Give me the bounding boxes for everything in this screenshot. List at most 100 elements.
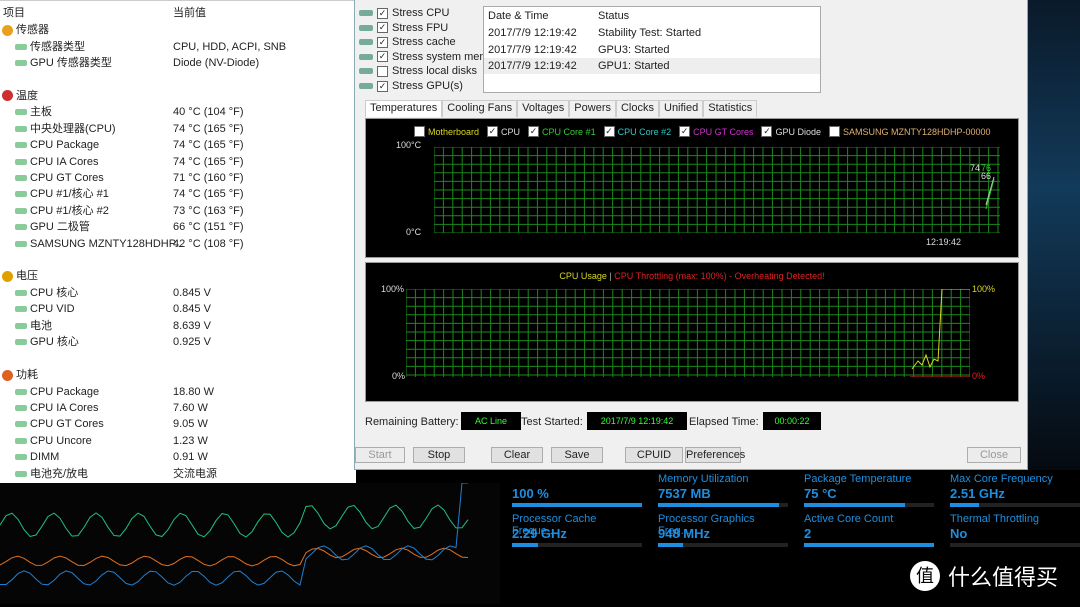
tab-cooling-fans[interactable]: Cooling Fans	[442, 100, 518, 117]
list-item[interactable]: GPU 核心 0.925 V	[0, 334, 356, 350]
list-item[interactable]: 中央处理器(CPU) 74 °C (165 °F)	[0, 121, 356, 137]
temperature-legend: Motherboard ✓ CPU ✓ CPU Core #1 ✓ CPU Core #2 ✓…	[414, 126, 991, 137]
list-item[interactable]: CPU #1/核心 #1 74 °C (165 °F)	[0, 186, 356, 202]
save-button[interactable]: Save	[551, 447, 603, 463]
sensor-name: 电池充/放电	[30, 467, 89, 480]
tab-temperatures[interactable]: Temperatures	[365, 100, 443, 117]
header-value[interactable]: 当前值	[173, 5, 206, 21]
list-item[interactable]: 传感器类型 CPU, HDD, ACPI, SNB	[0, 39, 356, 55]
clear-button[interactable]: Clear	[491, 447, 543, 463]
legend-checkbox[interactable]: ✓	[761, 126, 773, 137]
elapsed-value: 00:00:22	[763, 412, 821, 430]
legend-label: CPU Core #2	[617, 126, 672, 137]
event-log[interactable]: Date & Time Status 2017/7/9 12:19:42 Stabil…	[483, 6, 821, 93]
tab-powers[interactable]: Powers	[569, 100, 616, 117]
stress-option[interactable]: ✓ Stress GPU(s)	[359, 79, 463, 93]
stress-option[interactable]: ✓ Stress FPU	[359, 21, 448, 35]
close-button[interactable]: Close	[967, 447, 1021, 463]
log-status: Stability Test: Started	[598, 27, 702, 39]
device-icon	[359, 24, 373, 31]
header-item[interactable]: 项目	[3, 5, 25, 21]
sensor-value: 42 °C (108 °F)	[173, 237, 244, 250]
log-row[interactable]: 2017/7/9 12:19:42 GPU3: Started	[484, 42, 820, 58]
list-item[interactable]: CPU #1/核心 #2 73 °C (163 °F)	[0, 203, 356, 219]
checkbox[interactable]: ✓	[377, 36, 388, 48]
sensor-value: CPU, HDD, ACPI, SNB	[173, 40, 287, 53]
temp-time: 12:19:42	[926, 237, 962, 247]
group-title: 温度	[16, 89, 38, 102]
list-item[interactable]: 主板 40 °C (104 °F)	[0, 104, 356, 120]
sensor-icon	[15, 174, 27, 181]
tab-statistics[interactable]: Statistics	[703, 100, 758, 117]
tab-voltages[interactable]: Voltages	[517, 100, 570, 117]
legend-item[interactable]: ✓ CPU	[487, 126, 520, 137]
metric-value: 2.51 GHz	[950, 486, 1005, 501]
checkbox[interactable]: ✓	[377, 51, 388, 63]
sensor-name: CPU Package	[30, 385, 100, 398]
list-item[interactable]: CPU IA Cores 74 °C (165 °F)	[0, 154, 356, 170]
log-date: 2017/7/9 12:19:42	[488, 27, 577, 39]
cpuid-button[interactable]: CPUID	[625, 447, 683, 463]
stop-button[interactable]: Stop	[413, 447, 465, 463]
checkbox[interactable]	[377, 65, 388, 77]
list-item[interactable]: CPU 核心 0.845 V	[0, 285, 356, 301]
sensor-value: 7.60 W	[173, 401, 208, 414]
sensor-icon	[15, 404, 27, 411]
metric-tile: 100 %	[512, 473, 642, 507]
checkbox[interactable]: ✓	[377, 7, 388, 19]
metric-bar	[658, 543, 788, 547]
metric-bar-fill	[804, 503, 906, 507]
tab-clocks[interactable]: Clocks	[615, 100, 659, 117]
start-button[interactable]: Start	[355, 447, 405, 463]
list-item[interactable]: CPU GT Cores 9.05 W	[0, 416, 356, 432]
stress-option[interactable]: Stress local disks	[359, 64, 477, 78]
stress-option[interactable]: ✓ Stress CPU	[359, 6, 449, 20]
list-item[interactable]: CPU Package 18.80 W	[0, 384, 356, 400]
sensor-icon	[15, 421, 27, 428]
metric-title	[512, 473, 642, 486]
legend-checkbox[interactable]	[414, 126, 425, 137]
list-item[interactable]: CPU GT Cores 71 °C (160 °F)	[0, 170, 356, 186]
log-date: 2017/7/9 12:19:42	[488, 43, 577, 56]
col-status[interactable]: Status	[598, 8, 629, 24]
metric-tile: Processor Graphics Freq... 948 MHz	[658, 513, 788, 547]
temperature-graph: Motherboard ✓ CPU ✓ CPU Core #1 ✓ CPU Core #2 ✓…	[365, 118, 1019, 258]
legend-checkbox[interactable]	[829, 126, 840, 137]
list-item[interactable]: GPU 二极管 66 °C (151 °F)	[0, 219, 356, 235]
col-date[interactable]: Date & Time	[488, 8, 549, 24]
list-item[interactable]: GPU 传感器类型 Diode (NV-Diode)	[0, 55, 356, 71]
legend-item[interactable]: ✓ CPU GT Cores	[679, 126, 753, 137]
stress-option[interactable]: ✓ Stress cache	[359, 35, 456, 49]
legend-checkbox[interactable]: ✓	[487, 126, 499, 137]
preferences-button[interactable]: Preferences	[685, 447, 745, 463]
sensor-name: 主板	[30, 106, 52, 119]
logo-icon: 值	[910, 561, 940, 591]
list-item[interactable]: CPU Uncore 1.23 W	[0, 433, 356, 449]
tab-unified[interactable]: Unified	[659, 100, 704, 117]
legend-checkbox[interactable]: ✓	[603, 126, 615, 137]
stress-option[interactable]: ✓ Stress system memo	[359, 50, 495, 64]
legend-checkbox[interactable]: ✓	[679, 126, 691, 137]
legend-item[interactable]: ✓ CPU Core #2	[603, 126, 672, 137]
metric-value: 75 °C	[804, 486, 837, 501]
legend-item[interactable]: ✓ CPU Core #1	[528, 126, 596, 137]
list-item[interactable]: CPU VID 0.845 V	[0, 301, 356, 317]
list-item[interactable]: 电池充/放电 交流电源	[0, 466, 356, 482]
legend-item[interactable]: ✓ GPU Diode	[761, 126, 821, 137]
checkbox[interactable]: ✓	[377, 22, 388, 34]
log-row[interactable]: 2017/7/9 12:19:42 GPU1: Started	[484, 58, 820, 74]
legend-item[interactable]: Motherboard	[414, 126, 479, 137]
sensor-name: CPU IA Cores	[30, 401, 99, 414]
legend-item[interactable]: SAMSUNG MZNTY128HDHP-00000	[829, 126, 991, 137]
sensor-name: GPU 核心	[30, 336, 79, 349]
legend-checkbox[interactable]: ✓	[528, 126, 540, 137]
sensor-value: 9.05 W	[173, 418, 208, 431]
list-item[interactable]: SAMSUNG MZNTY128HDHP... 42 °C (108 °F)	[0, 236, 356, 252]
list-item[interactable]: DIMM 0.91 W	[0, 449, 356, 465]
checkbox[interactable]: ✓	[377, 80, 388, 92]
log-row[interactable]: 2017/7/9 12:19:42 Stability Test: Started	[484, 25, 820, 41]
temp-ymin: 0°C	[406, 227, 422, 237]
list-item[interactable]: CPU Package 74 °C (165 °F)	[0, 137, 356, 153]
list-item[interactable]: 电池 8.639 V	[0, 318, 356, 334]
list-item[interactable]: CPU IA Cores 7.60 W	[0, 400, 356, 416]
